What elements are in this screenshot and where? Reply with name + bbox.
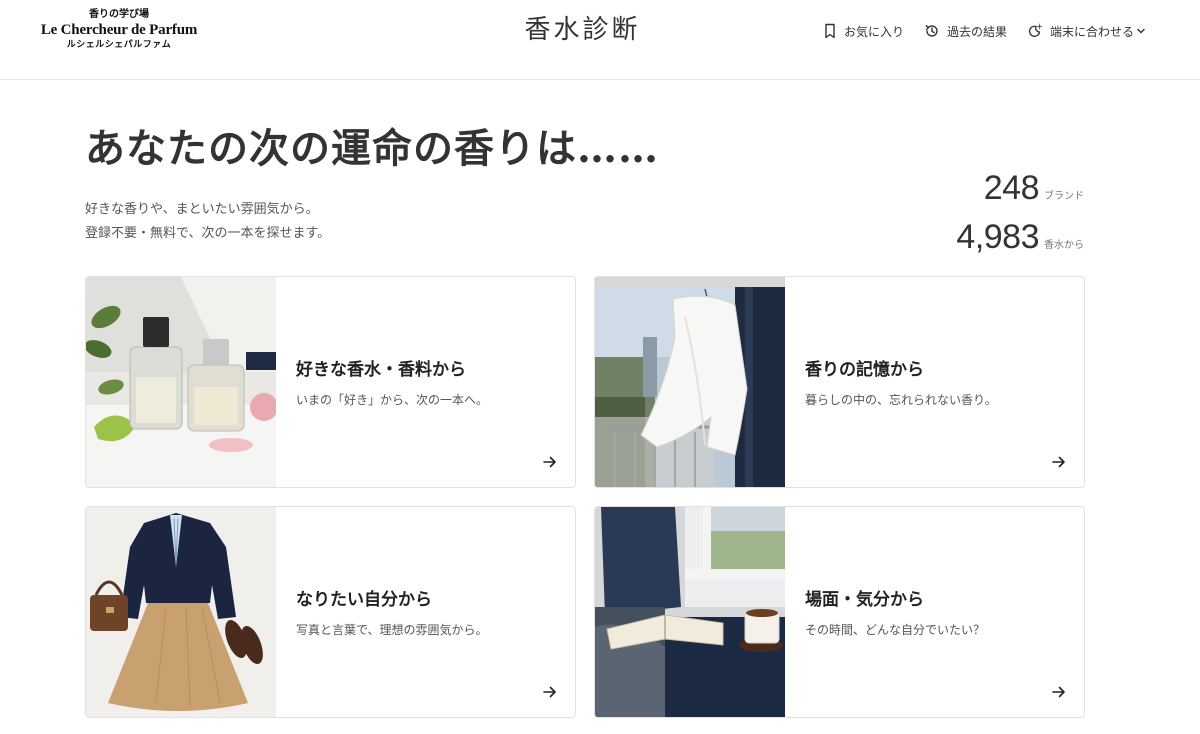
brand-count: 248	[983, 169, 1040, 207]
card-title: なりたい自分から	[296, 590, 432, 610]
chevron-down-icon	[1137, 28, 1145, 34]
arrow-right-icon	[543, 686, 556, 698]
history-label: 過去の結果	[946, 24, 1007, 39]
card-scene-mood[interactable]: 場面・気分から その時間、どんな自分でいたい？	[594, 506, 1085, 718]
outfit-flatlay-image	[86, 507, 276, 717]
perfume-bottles-image	[86, 277, 276, 487]
card-description: その時間、どんな自分でいたい？	[805, 623, 986, 637]
site-logo[interactable]: 香りの学び場 Le Chercheur de Parfum ルシェルシェパルファ…	[38, 8, 200, 52]
brand-count-unit: ブランド	[1044, 191, 1084, 202]
card-favorite-perfume[interactable]: 好きな香水・香料から いまの「好き」から、次の一本へ。	[85, 276, 576, 488]
white-shirt-window-image	[595, 277, 785, 487]
card-title: 香りの記憶から	[805, 360, 924, 380]
theme-label: 端末に合わせる	[1049, 24, 1134, 39]
bookmark-icon	[825, 23, 835, 39]
hero-subtitle-line2: 登録不要・無料で、次の一本を探せます。	[85, 226, 331, 241]
arrow-right-icon	[543, 456, 556, 468]
hero-title: あなたの次の運命の香りは……	[85, 125, 659, 172]
card-description: 暮らしの中の、忘れられない香り。	[805, 393, 997, 407]
theme-icon	[1028, 23, 1043, 37]
stats: 248 ブランド 4,983 香水から	[956, 168, 1084, 266]
brand-count-stat: 248 ブランド	[956, 168, 1084, 217]
card-ideal-self[interactable]: なりたい自分から 写真と言葉で、理想の雰囲気から。	[85, 506, 576, 718]
favorites-link[interactable]: お気に入り	[823, 23, 904, 40]
hero-subtitle-line1: 好きな香りや、まといたい雰囲気から。	[85, 202, 319, 217]
perfume-count-stat: 4,983 香水から	[956, 217, 1084, 266]
app-title: 香水診断	[524, 15, 641, 45]
logo-tagline: 香りの学び場	[89, 9, 149, 20]
arrow-right-icon	[1052, 686, 1065, 698]
logo-wordmark: Le Chercheur de Parfum	[40, 22, 198, 38]
header-nav: お気に入り 過去の結果 端末に合わせる	[803, 20, 1146, 42]
card-scent-memory[interactable]: 香りの記憶から 暮らしの中の、忘れられない香り。	[594, 276, 1085, 488]
arrow-right-icon	[1052, 456, 1065, 468]
window-seat-book-image	[595, 507, 785, 717]
history-icon	[925, 25, 938, 37]
logo-katakana: ルシェルシェパルファム	[66, 40, 172, 50]
perfume-count-unit: 香水から	[1044, 240, 1084, 251]
perfume-count: 4,983	[956, 218, 1039, 256]
hero-subtitle: 好きな香りや、まといたい雰囲気から。 登録不要・無料で、次の一本を探せます。	[85, 198, 330, 246]
card-description: いまの「好き」から、次の一本へ。	[296, 393, 489, 407]
theme-dropdown[interactable]: 端末に合わせる	[1027, 23, 1146, 40]
history-link[interactable]: 過去の結果	[924, 23, 1007, 40]
card-title: 場面・気分から	[805, 590, 924, 610]
site-header: 香りの学び場 Le Chercheur de Parfum ルシェルシェパルファ…	[0, 0, 1200, 80]
card-title: 好きな香水・香料から	[296, 360, 466, 380]
card-description: 写真と言葉で、理想の雰囲気から。	[296, 623, 488, 637]
favorites-label: お気に入り	[843, 24, 904, 39]
